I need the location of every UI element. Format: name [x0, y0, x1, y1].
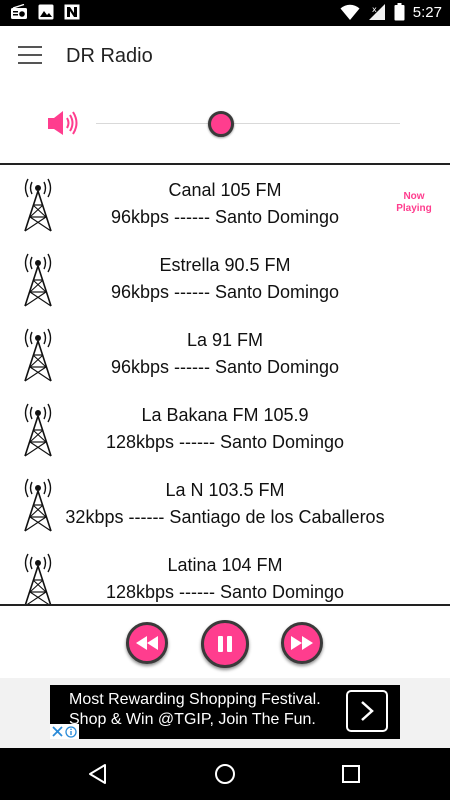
ad-arrow-icon[interactable] [346, 690, 388, 732]
station-name: La 91 FM [186, 330, 264, 350]
n-app-notification-icon [64, 4, 80, 20]
ad-choices[interactable] [50, 724, 79, 739]
station-item[interactable]: Canal 105 FM 96kbps ------ Santo Domingo… [0, 165, 450, 240]
volume-speaker-icon[interactable] [46, 108, 80, 138]
station-info: 128kbps ------ Santo Domingo [105, 432, 345, 452]
app-bar: DR Radio [0, 26, 450, 88]
fast-forward-icon [291, 636, 313, 650]
ad-line-1: Most Rewarding Shopping Festival. [69, 691, 321, 708]
app-title: DR Radio [66, 45, 153, 67]
volume-control [0, 96, 450, 152]
hamburger-menu-icon[interactable] [18, 46, 42, 66]
pause-button[interactable] [201, 620, 249, 668]
rewind-button[interactable] [126, 622, 168, 664]
volume-slider-track[interactable] [96, 123, 400, 124]
cellular-signal-icon: x [368, 4, 385, 20]
ad-banner[interactable]: Most Rewarding Shopping Festival. Shop &… [50, 685, 400, 739]
navigation-bar [0, 748, 450, 800]
ad-text: Most Rewarding Shopping Festival. Shop &… [69, 690, 339, 730]
station-info: 128kbps ------ Santo Domingo [105, 582, 345, 602]
station-item[interactable]: Estrella 90.5 FM 96kbps ------ Santo Dom… [0, 240, 450, 315]
station-item[interactable]: La N 103.5 FM 32kbps ------ Santiago de … [0, 465, 450, 540]
battery-icon [394, 3, 405, 21]
fast-forward-button[interactable] [281, 622, 323, 664]
station-item[interactable]: La Bakana FM 105.9 128kbps ------ Santo … [0, 390, 450, 465]
station-info: 96kbps ------ Santo Domingo [110, 357, 340, 377]
now-playing-badge: Now Playing [396, 191, 432, 214]
back-icon[interactable] [86, 762, 110, 786]
svg-text:x: x [372, 5, 377, 14]
station-item[interactable]: Latina 104 FM 128kbps ------ Santo Domin… [0, 540, 450, 605]
playback-controls [0, 606, 450, 678]
rewind-icon [136, 636, 158, 650]
recents-icon[interactable] [339, 762, 363, 786]
image-notification-icon [38, 4, 54, 20]
wifi-icon [340, 4, 360, 20]
status-bar: x 5:27 [0, 0, 450, 26]
station-name: La N 103.5 FM [165, 480, 285, 500]
ad-info-icon[interactable] [65, 725, 77, 738]
station-item[interactable]: La 91 FM 96kbps ------ Santo Domingo [0, 315, 450, 390]
ad-close-icon[interactable] [52, 726, 63, 737]
station-list[interactable]: Canal 105 FM 96kbps ------ Santo Domingo… [0, 165, 450, 605]
radio-notification-icon [11, 4, 27, 19]
ad-line-2: Shop & Win @TGIP, Join The Fun. [69, 711, 316, 728]
screen: x 5:27 DR Radio Canal 105 FM 96kbps ----… [0, 0, 450, 800]
home-icon[interactable] [213, 762, 237, 786]
station-name: La Bakana FM 105.9 [141, 405, 309, 425]
station-info: 32kbps ------ Santiago de los Caballeros [65, 507, 385, 527]
pause-icon [218, 636, 232, 652]
ad-area: Most Rewarding Shopping Festival. Shop &… [0, 678, 450, 748]
status-time: 5:27 [412, 3, 442, 21]
station-name: Latina 104 FM [167, 555, 283, 575]
volume-slider-thumb[interactable] [207, 111, 234, 137]
station-info: 96kbps ------ Santo Domingo [110, 207, 340, 227]
station-info: 96kbps ------ Santo Domingo [110, 282, 340, 302]
station-name: Estrella 90.5 FM [159, 255, 291, 275]
station-name: Canal 105 FM [168, 180, 282, 200]
